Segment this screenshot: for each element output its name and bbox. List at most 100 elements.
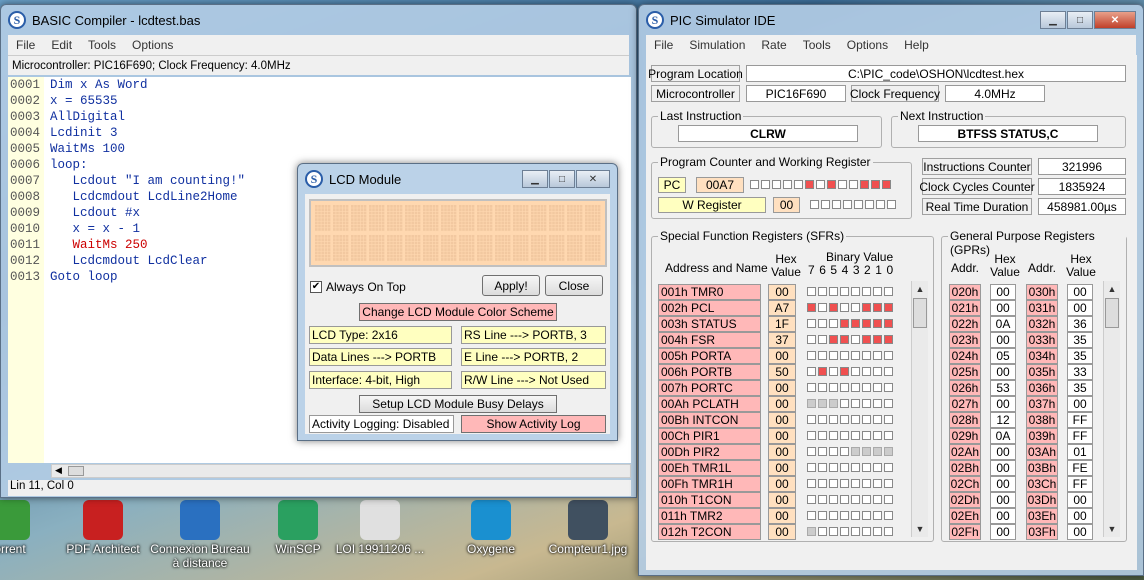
bit-box (876, 200, 885, 209)
code-line[interactable]: Lcdout #x (50, 205, 245, 221)
scroll-thumb[interactable] (913, 298, 927, 328)
gpr-value: 00 (990, 460, 1016, 476)
desktop-icon[interactable]: PDF Architect (53, 500, 153, 556)
compiler-titlebar[interactable]: S BASIC Compiler - lcdtest.bas (8, 5, 629, 35)
close-button[interactable]: Close (545, 275, 603, 296)
desktop-file-icon (278, 500, 318, 540)
code-line[interactable]: Goto loop (50, 269, 245, 285)
maximize-icon[interactable]: □ (1067, 11, 1093, 29)
scroll-up-icon[interactable]: ▲ (912, 281, 928, 297)
lcd-char-cell (441, 235, 457, 261)
menu-item[interactable]: Simulation (681, 38, 753, 52)
desktop-icon[interactable]: Compteur1.jpg (538, 500, 638, 556)
sim-title: PIC Simulator IDE (670, 12, 776, 28)
maximize-icon[interactable]: □ (549, 170, 575, 188)
menu-item[interactable]: Tools (80, 38, 124, 52)
busy-delays-button[interactable]: Setup LCD Module Busy Delays (359, 395, 557, 413)
sfr-bits (807, 303, 893, 312)
sfr-hex: 00 (768, 348, 796, 364)
menu-item[interactable]: Options (124, 38, 181, 52)
gpr-value: 00 (990, 396, 1016, 412)
code-line[interactable]: Lcdcmdout LcdClear (50, 253, 245, 269)
checkbox-checked-icon[interactable]: ✔ (310, 281, 322, 293)
menu-item[interactable]: Help (896, 38, 937, 52)
bit-box (851, 415, 860, 424)
code-line[interactable]: Lcdinit 3 (50, 125, 245, 141)
bit-box (884, 367, 893, 376)
line-number: 0008 (10, 190, 41, 204)
horizontal-scrollbar[interactable]: ◀ (51, 464, 631, 478)
sfr-scrollbar[interactable]: ▲ ▼ (911, 281, 928, 537)
bit-box (884, 463, 893, 472)
pic-simulator-window: S PIC Simulator IDE ▁ □ ✕ File Simulation… (638, 4, 1144, 576)
minimize-icon[interactable]: ▁ (1040, 11, 1066, 29)
gpr-label: General Purpose Registers (GPRs) (948, 229, 1126, 257)
gpr-addr: 03Ah (1026, 444, 1058, 460)
always-on-top-checkbox[interactable]: ✔ Always On Top (310, 280, 406, 294)
desktop-icon[interactable]: Connexion Bureau à distance (150, 500, 250, 570)
code-line[interactable]: WaitMs 250 (50, 237, 245, 253)
bit-box (840, 527, 849, 536)
bit-box (884, 527, 893, 536)
bit-box (807, 415, 816, 424)
sfr-hex: 50 (768, 364, 796, 380)
bit-box (818, 399, 827, 408)
show-activity-log-button[interactable]: Show Activity Log (461, 415, 606, 433)
menu-item[interactable]: File (646, 38, 681, 52)
scroll-down-icon[interactable]: ▼ (912, 521, 928, 537)
change-color-scheme-button[interactable]: Change LCD Module Color Scheme (359, 303, 557, 321)
scroll-up-icon[interactable]: ▲ (1104, 281, 1120, 297)
scroll-thumb[interactable] (1105, 298, 1119, 328)
menu-item[interactable]: File (8, 38, 43, 52)
code-line[interactable]: Lcdout "I am counting!" (50, 173, 246, 189)
code-line[interactable]: Dim x As Word (50, 77, 245, 93)
code-line[interactable]: x = 65535 (50, 93, 245, 109)
desktop-icon[interactable]: LOI 19911206 ... (330, 500, 430, 556)
close-icon[interactable]: ✕ (576, 170, 610, 188)
bit-box (851, 367, 860, 376)
code-line[interactable]: Lcdcmdout LcdLine2Home (50, 189, 245, 205)
lcd-title: LCD Module (329, 171, 402, 187)
menu-item[interactable]: Tools (795, 38, 839, 52)
sfr-bits (807, 399, 893, 408)
w-bits (810, 200, 896, 209)
bit-box (873, 447, 882, 456)
bit-box (805, 180, 814, 189)
close-icon[interactable]: ✕ (1094, 11, 1136, 29)
gpr-value: 00 (1067, 396, 1093, 412)
bit-box (818, 463, 827, 472)
bit-box (873, 335, 882, 344)
code-line[interactable]: loop: (50, 157, 245, 173)
sfr-bits (807, 527, 893, 536)
lcd-char-cell (441, 205, 457, 231)
gpr-value: 00 (990, 444, 1016, 460)
code-line[interactable]: x = x - 1 (50, 221, 245, 237)
bit-box (851, 527, 860, 536)
bit-box (818, 495, 827, 504)
gpr-value: 00 (990, 332, 1016, 348)
code-line[interactable]: WaitMs 100 (50, 141, 245, 157)
scroll-thumb[interactable] (68, 466, 84, 476)
bit-box (807, 303, 816, 312)
desktop-icon[interactable]: orrent (0, 500, 60, 556)
compiler-info-bar: Microcontroller: PIC16F690; Clock Freque… (8, 55, 629, 75)
code-line[interactable]: AllDigital (50, 109, 245, 125)
sim-titlebar[interactable]: S PIC Simulator IDE ▁ □ ✕ (646, 5, 1136, 35)
bit-box (862, 367, 871, 376)
apply-button[interactable]: Apply! (482, 275, 540, 296)
scroll-left-icon[interactable]: ◀ (55, 465, 62, 476)
line-number: 0012 (10, 254, 41, 268)
scroll-down-icon[interactable]: ▼ (1104, 521, 1120, 537)
menu-item[interactable]: Rate (753, 38, 794, 52)
menu-item[interactable]: Edit (43, 38, 80, 52)
real-time-duration-value: 458981.00µs (1038, 198, 1126, 215)
minimize-icon[interactable]: ▁ (522, 170, 548, 188)
menu-item[interactable]: Options (839, 38, 896, 52)
app-logo-icon: S (646, 11, 664, 29)
gpr-scrollbar[interactable]: ▲ ▼ (1103, 281, 1120, 537)
code-text[interactable]: Dim x As Word x = 65535 AllDigital Lcdinit … (50, 77, 245, 285)
lcd-titlebar[interactable]: S LCD Module ▁ □ ✕ (305, 164, 610, 194)
bit-box (794, 180, 803, 189)
desktop-icon[interactable]: Oxygene (441, 500, 541, 556)
gpr-addr: 02Fh (949, 524, 981, 540)
